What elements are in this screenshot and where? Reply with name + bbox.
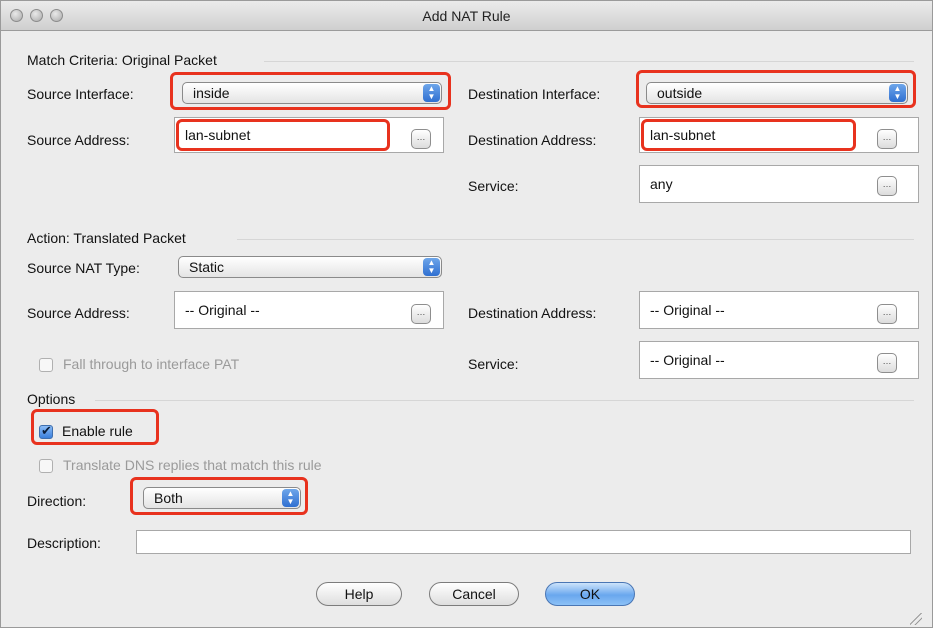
translate-dns-checkbox[interactable] <box>39 459 53 473</box>
add-nat-rule-dialog: Add NAT Rule Match Criteria: Original Pa… <box>0 0 933 628</box>
select-arrows-icon: ▲ ▼ <box>423 258 440 276</box>
translated-destination-address-browse-button[interactable]: … <box>877 304 897 324</box>
select-arrows-icon: ▲ ▼ <box>282 489 299 507</box>
cancel-button[interactable]: Cancel <box>429 582 519 606</box>
match-criteria-section-label: Match Criteria: Original Packet <box>27 52 217 68</box>
translated-service-browse-button[interactable]: … <box>877 353 897 373</box>
direction-value: Both <box>154 490 183 506</box>
service-browse-button[interactable]: … <box>877 176 897 196</box>
source-address-value: lan-subnet <box>185 127 251 143</box>
destination-address-label: Destination Address: <box>468 132 597 148</box>
source-nat-type-value: Static <box>189 259 225 275</box>
options-divider <box>95 400 914 401</box>
translated-service-value: -- Original -- <box>650 352 725 368</box>
dialog-content: Match Criteria: Original Packet Source I… <box>9 31 924 627</box>
options-section-label: Options <box>27 391 76 407</box>
source-nat-type-label: Source NAT Type: <box>27 260 140 276</box>
source-interface-label: Source Interface: <box>27 86 134 102</box>
description-input[interactable] <box>136 530 911 554</box>
translated-service-label: Service: <box>468 356 519 372</box>
source-interface-select[interactable]: inside ▲ ▼ <box>182 82 442 104</box>
translated-source-address-value: -- Original -- <box>185 302 260 318</box>
source-address-browse-button[interactable]: … <box>411 129 431 149</box>
select-arrows-icon: ▲ ▼ <box>423 84 440 102</box>
translated-source-address-field[interactable]: -- Original -- <box>174 291 444 329</box>
direction-label: Direction: <box>27 493 87 509</box>
resize-grip-icon[interactable] <box>910 613 922 625</box>
description-label: Description: <box>27 535 101 551</box>
service-value: any <box>650 176 673 192</box>
select-arrows-icon: ▲ ▼ <box>889 84 906 102</box>
action-section-label: Action: Translated Packet <box>27 230 186 246</box>
translated-destination-address-value: -- Original -- <box>650 302 725 318</box>
translated-source-address-label: Source Address: <box>27 305 130 321</box>
translated-destination-address-label: Destination Address: <box>468 305 597 321</box>
source-address-label: Source Address: <box>27 132 130 148</box>
window-title: Add NAT Rule <box>422 8 511 24</box>
destination-interface-value: outside <box>657 85 703 101</box>
destination-interface-select[interactable]: outside ▲ ▼ <box>646 82 908 104</box>
direction-select[interactable]: Both ▲ ▼ <box>143 487 301 509</box>
title-bar: Add NAT Rule <box>1 1 932 31</box>
action-divider <box>237 239 914 240</box>
help-button[interactable]: Help <box>316 582 402 606</box>
source-interface-value: inside <box>193 85 230 101</box>
match-criteria-divider <box>264 61 914 62</box>
translate-dns-label: Translate DNS replies that match this ru… <box>63 457 322 473</box>
enable-rule-checkbox[interactable] <box>39 423 53 439</box>
ok-button[interactable]: OK <box>545 582 635 606</box>
destination-address-value: lan-subnet <box>650 127 716 143</box>
service-label: Service: <box>468 178 519 194</box>
source-nat-type-select[interactable]: Static ▲ ▼ <box>178 256 442 278</box>
destination-interface-label: Destination Interface: <box>468 86 601 102</box>
fall-through-label: Fall through to interface PAT <box>63 356 240 372</box>
fall-through-checkbox[interactable] <box>39 358 53 372</box>
enable-rule-label: Enable rule <box>62 423 133 439</box>
destination-address-browse-button[interactable]: … <box>877 129 897 149</box>
source-address-field[interactable]: lan-subnet <box>174 117 444 153</box>
translated-source-address-browse-button[interactable]: … <box>411 304 431 324</box>
